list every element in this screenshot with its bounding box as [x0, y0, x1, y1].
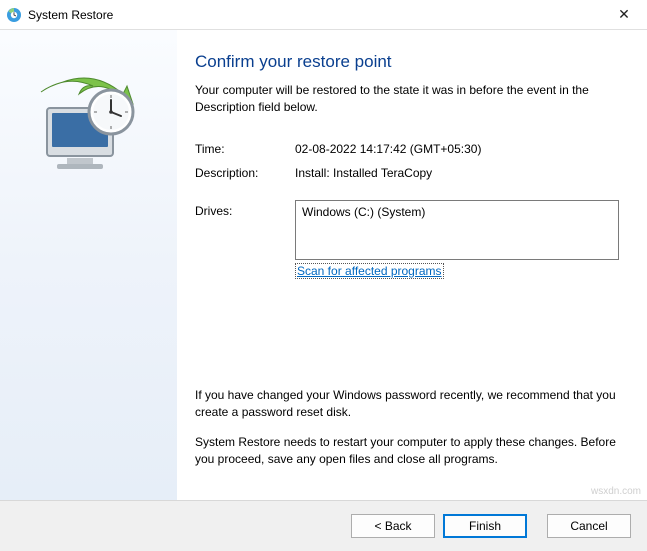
system-restore-icon [6, 7, 22, 23]
drives-row: Drives: Windows (C:) (System) [195, 200, 619, 260]
scan-link-row: Scan for affected programs [295, 264, 619, 278]
close-button[interactable]: ✕ [601, 0, 647, 30]
restore-wizard-illustration [29, 66, 149, 189]
description-row: Description: Install: Installed TeraCopy [195, 166, 619, 180]
restart-note: System Restore needs to restart your com… [195, 434, 619, 468]
notes-section: If you have changed your Windows passwor… [195, 387, 619, 482]
drives-label: Drives: [195, 200, 295, 260]
sidebar [0, 30, 177, 500]
content-wrapper: Confirm your restore point Your computer… [0, 30, 647, 500]
description-value: Install: Installed TeraCopy [295, 166, 619, 180]
time-row: Time: 02-08-2022 14:17:42 (GMT+05:30) [195, 142, 619, 156]
page-subtext: Your computer will be restored to the st… [195, 82, 619, 116]
time-label: Time: [195, 142, 295, 156]
description-label: Description: [195, 166, 295, 180]
finish-button[interactable]: Finish [443, 514, 527, 538]
drives-listbox[interactable]: Windows (C:) (System) [295, 200, 619, 260]
back-button[interactable]: < Back [351, 514, 435, 538]
password-note: If you have changed your Windows passwor… [195, 387, 619, 421]
scan-affected-programs-link[interactable]: Scan for affected programs [295, 263, 444, 279]
page-heading: Confirm your restore point [195, 52, 619, 72]
button-bar: < Back Finish Cancel [0, 500, 647, 551]
window-title: System Restore [28, 8, 601, 22]
cancel-button[interactable]: Cancel [547, 514, 631, 538]
main-panel: Confirm your restore point Your computer… [177, 30, 647, 500]
time-value: 02-08-2022 14:17:42 (GMT+05:30) [295, 142, 619, 156]
titlebar: System Restore ✕ [0, 0, 647, 30]
drives-list-item[interactable]: Windows (C:) (System) [302, 205, 612, 219]
